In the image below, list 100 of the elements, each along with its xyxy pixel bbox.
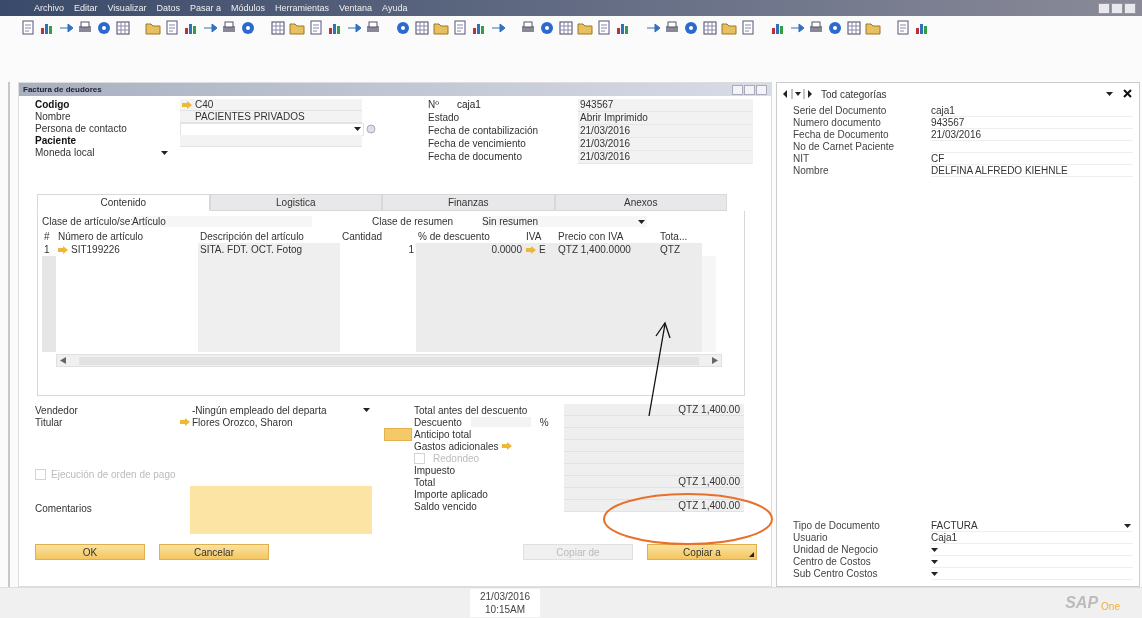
circle-icon[interactable] <box>683 20 699 36</box>
circle-icon[interactable] <box>96 20 112 36</box>
dropdown-field[interactable]: Sin resumen <box>482 216 647 227</box>
input-field[interactable]: 943567 <box>931 117 1133 129</box>
restore-button[interactable] <box>1111 2 1123 14</box>
button[interactable]: Copiar a <box>647 544 757 560</box>
page-icon[interactable] <box>740 20 756 36</box>
page-icon[interactable] <box>895 20 911 36</box>
value-field[interactable] <box>564 428 744 440</box>
column-header[interactable]: Cantidad <box>340 230 416 243</box>
amount-field[interactable] <box>564 488 744 500</box>
minimize-button[interactable] <box>1098 2 1110 14</box>
table-cell: SITA. FDT. OCT. Fotog <box>198 243 340 256</box>
circle-icon[interactable] <box>539 20 555 36</box>
input-field[interactable]: DELFINA ALFREDO KIEHNLE <box>931 165 1133 177</box>
amount-field[interactable]: QTZ 1,400.00 <box>564 476 744 488</box>
menu-item[interactable]: Editar <box>74 3 98 13</box>
column-header[interactable]: # <box>42 230 56 243</box>
tab[interactable]: Anexos <box>554 194 727 211</box>
close-icon <box>1123 89 1133 99</box>
menu-item[interactable]: Datos <box>156 3 180 13</box>
menu-item[interactable]: Pasar a <box>189 3 221 13</box>
input-field[interactable] <box>180 135 362 147</box>
circle-icon[interactable] <box>827 20 843 36</box>
input-field[interactable]: C40 <box>180 99 362 111</box>
minimize-button[interactable] <box>732 84 743 95</box>
grid-icon[interactable] <box>414 20 430 36</box>
menu-item[interactable]: Visualizar <box>107 3 147 13</box>
horizontal-scrollbar[interactable] <box>56 354 722 367</box>
arrow-icon[interactable] <box>490 20 506 36</box>
circle-icon[interactable] <box>395 20 411 36</box>
tab[interactable]: Contenido <box>37 194 210 211</box>
folder-icon[interactable] <box>865 20 881 36</box>
amount-field[interactable]: QTZ 1,400.00 <box>564 404 744 416</box>
folder-icon[interactable] <box>721 20 737 36</box>
button[interactable]: Cancelar <box>159 544 269 560</box>
arrow-icon[interactable] <box>645 20 661 36</box>
input-field[interactable]: CF <box>931 153 1133 165</box>
menu-item[interactable]: Herramientas <box>274 3 329 13</box>
menu-item[interactable]: Archivo <box>34 3 64 13</box>
column-header[interactable]: Descripción del artículo <box>198 230 340 243</box>
button[interactable]: OK <box>35 544 145 560</box>
restore-button[interactable] <box>744 84 755 95</box>
folder-icon[interactable] <box>577 20 593 36</box>
tab[interactable]: Logistica <box>209 194 382 211</box>
column-header[interactable]: Precio con IVA <box>556 230 658 243</box>
input-field[interactable]: 21/03/2016 <box>578 151 753 164</box>
menu-item[interactable]: Módulos <box>230 3 265 13</box>
circle-icon[interactable] <box>240 20 256 36</box>
arrow-icon[interactable] <box>346 20 362 36</box>
dropdown-field[interactable]: FACTURA <box>931 520 1133 532</box>
page-icon[interactable] <box>452 20 468 36</box>
field-label: Nombre <box>793 165 830 177</box>
amount-field[interactable] <box>564 464 744 476</box>
close-button[interactable] <box>1124 2 1136 14</box>
amount-field[interactable]: QTZ 1,400.00 <box>564 500 744 512</box>
column-header[interactable]: Tota... <box>658 230 702 243</box>
input-field[interactable]: Flores Orozco, Sharon <box>190 416 372 428</box>
input-field[interactable]: Abrir Imprimido <box>578 112 753 125</box>
field-label: Estado <box>428 112 460 125</box>
column-header[interactable]: IVA <box>524 230 556 243</box>
value-field[interactable] <box>564 452 744 464</box>
input-field[interactable]: caja1 <box>931 105 1133 117</box>
input-field[interactable]: 21/03/2016 <box>931 129 1133 141</box>
input-field[interactable]: PACIENTES PRIVADOS <box>180 111 362 123</box>
currency-dropdown[interactable]: Moneda local <box>35 147 170 159</box>
grid-icon[interactable] <box>270 20 286 36</box>
grid-icon[interactable] <box>846 20 862 36</box>
caret-icon <box>1106 92 1113 96</box>
arrow-icon[interactable] <box>58 20 74 36</box>
input-field[interactable]: 943567 <box>578 99 753 112</box>
folder-icon[interactable] <box>433 20 449 36</box>
folder-icon[interactable] <box>145 20 161 36</box>
arrow-icon[interactable] <box>202 20 218 36</box>
grid-icon[interactable] <box>702 20 718 36</box>
series-field[interactable]: caja1 <box>456 99 481 112</box>
column-header[interactable]: % de descuento <box>416 230 524 243</box>
input-field[interactable]: Artículo <box>132 216 312 227</box>
menu-item[interactable]: Ventana <box>339 3 373 13</box>
input-field[interactable]: Caja1 <box>931 532 1133 544</box>
arrow-icon[interactable] <box>789 20 805 36</box>
tab[interactable]: Finanzas <box>382 194 555 211</box>
input-field[interactable]: 21/03/2016 <box>578 125 753 138</box>
page-icon[interactable] <box>20 20 36 36</box>
close-button[interactable] <box>756 84 767 95</box>
comments-field[interactable] <box>190 486 372 534</box>
menu-item[interactable]: Ayuda <box>382 3 408 13</box>
value-field[interactable] <box>564 416 744 428</box>
field-label: No de Carnet Paciente <box>793 141 896 153</box>
expand-button[interactable] <box>384 427 412 441</box>
page-icon[interactable] <box>164 20 180 36</box>
value-field[interactable] <box>564 440 744 452</box>
grid-icon[interactable] <box>115 20 131 36</box>
column-header[interactable]: Número de artículo <box>56 230 198 243</box>
page-icon[interactable] <box>596 20 612 36</box>
folder-icon[interactable] <box>289 20 305 36</box>
input-field[interactable]: 21/03/2016 <box>578 138 753 151</box>
dropdown-field[interactable]: -Ningún empleado del departa <box>190 404 372 416</box>
grid-icon[interactable] <box>558 20 574 36</box>
page-icon[interactable] <box>308 20 324 36</box>
